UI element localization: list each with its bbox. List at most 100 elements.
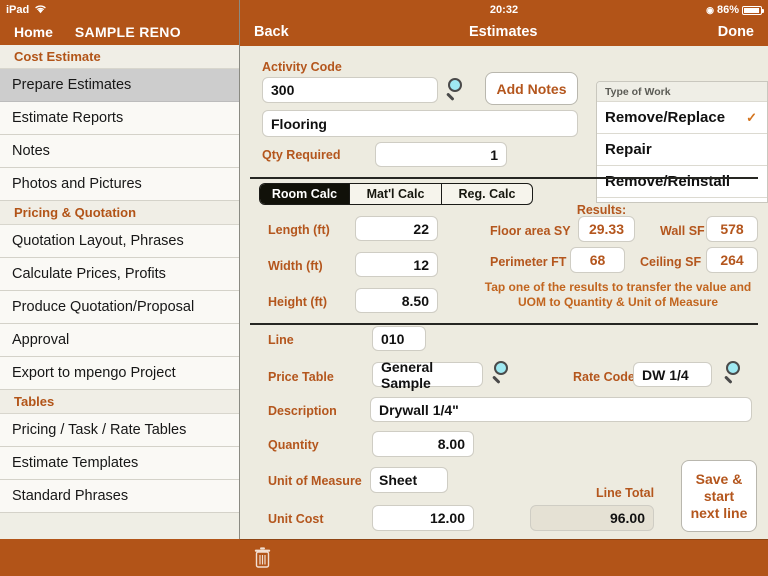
uom-label: Unit of Measure <box>268 474 362 488</box>
type-of-work-option-label: Remove/Reinstall <box>605 173 731 190</box>
width-input[interactable]: 12 <box>355 252 438 277</box>
qty-required-input[interactable]: 1 <box>375 142 507 167</box>
line-label: Line <box>268 333 294 347</box>
app-root: iPad Home SAMPLE RENO Cost Estimate Prepa… <box>0 0 768 576</box>
project-title: SAMPLE RENO <box>74 23 181 40</box>
detail-navbar: Back Estimates Done <box>240 20 768 46</box>
length-input[interactable]: 22 <box>355 216 438 241</box>
sidebar-item[interactable]: Photos and Pictures <box>0 168 239 201</box>
quantity-label: Quantity <box>268 438 319 452</box>
type-of-work-option-label: Repair <box>605 141 652 158</box>
height-label: Height (ft) <box>268 295 328 309</box>
type-of-work-option[interactable]: Remove/Reinstall <box>597 166 767 198</box>
line-total-value: 96.00 <box>530 505 654 531</box>
results-hint-line2: UOM to Quantity & Unit of Measure <box>517 295 718 309</box>
perimeter-value[interactable]: 68 <box>570 247 625 273</box>
add-notes-button[interactable]: Add Notes <box>485 72 578 105</box>
sidebar-item[interactable]: Export to mpengo Project <box>0 357 239 390</box>
ceiling-sf-value[interactable]: 264 <box>706 247 758 273</box>
description-label: Description <box>268 404 337 418</box>
activity-name-input[interactable]: Flooring <box>262 110 578 137</box>
save-and-next-line-button[interactable]: Save & start next line <box>681 460 757 532</box>
wall-sf-label: Wall SF <box>660 224 705 238</box>
description-input[interactable]: Drywall 1/4" <box>370 397 752 422</box>
rate-code-label: Rate Code <box>573 370 635 384</box>
unit-cost-input[interactable]: 12.00 <box>372 505 474 531</box>
sidebar-item[interactable]: Prepare Estimates <box>0 69 239 102</box>
trash-icon[interactable] <box>254 547 271 569</box>
line-input[interactable]: 010 <box>372 326 426 351</box>
checkmark-icon: ✓ <box>746 109 757 125</box>
price-table-label: Price Table <box>268 370 334 384</box>
uom-input[interactable]: Sheet <box>370 467 448 493</box>
wall-sf-value[interactable]: 578 <box>706 216 758 242</box>
sidebar-item[interactable]: Produce Quotation/Proposal <box>0 291 239 324</box>
status-bar-left: iPad <box>0 0 239 20</box>
calc-tabs[interactable]: Room Calc Mat'l Calc Reg. Calc <box>259 183 533 205</box>
sidebar-section-header: Pricing & Quotation <box>0 201 239 225</box>
activity-code-input[interactable]: 300 <box>262 77 438 103</box>
type-of-work-option[interactable]: Remove/Replace ✓ <box>597 102 767 134</box>
sidebar-navbar: Home SAMPLE RENO <box>0 20 239 45</box>
width-label: Width (ft) <box>268 259 323 273</box>
sidebar-bottom-bar <box>0 539 240 576</box>
search-icon[interactable] <box>445 77 472 103</box>
clock: 20:32 <box>489 4 519 16</box>
sidebar-menu: Cost Estimate Prepare Estimates Estimate R… <box>0 45 239 513</box>
floor-area-value[interactable]: 29.33 <box>578 216 635 242</box>
tab-matl-calc[interactable]: Mat'l Calc <box>350 184 442 204</box>
length-label: Length (ft) <box>268 223 330 237</box>
quantity-input[interactable]: 8.00 <box>372 431 474 457</box>
device-label: iPad <box>6 4 30 16</box>
activity-code-label: Activity Code <box>262 60 342 74</box>
done-button[interactable]: Done <box>718 24 754 40</box>
price-table-input[interactable]: General Sample <box>372 359 483 391</box>
sidebar-item[interactable]: Estimate Templates <box>0 447 239 480</box>
home-button[interactable]: Home <box>14 24 53 40</box>
results-title: Results: <box>576 203 627 217</box>
rate-code-search-icon[interactable] <box>723 360 750 386</box>
sidebar-item[interactable]: Standard Phrases <box>0 480 239 513</box>
detail-pane: 20:32 ◉ 86% Back Estimates Done Activity… <box>240 0 768 576</box>
unit-cost-label: Unit Cost <box>268 512 324 526</box>
sidebar-section-header: Tables <box>0 390 239 414</box>
type-of-work-header: Type of Work <box>597 82 767 102</box>
type-of-work-option-label: Remove/Replace <box>605 109 726 126</box>
status-bar-right: 20:32 ◉ 86% <box>240 0 768 20</box>
page-title: Estimates <box>468 23 538 40</box>
sidebar-item[interactable]: Pricing / Task / Rate Tables <box>0 414 239 447</box>
divider-middle <box>250 323 758 325</box>
qty-required-label: Qty Required <box>262 148 341 162</box>
sidebar: iPad Home SAMPLE RENO Cost Estimate Prepa… <box>0 0 240 576</box>
back-button[interactable]: Back <box>254 24 289 40</box>
sidebar-item[interactable]: Calculate Prices, Profits <box>0 258 239 291</box>
battery-indicator: ◉ 86% <box>706 4 764 16</box>
type-of-work-option[interactable]: Repair <box>597 134 767 166</box>
sidebar-item[interactable]: Estimate Reports <box>0 102 239 135</box>
height-input[interactable]: 8.50 <box>355 288 438 313</box>
sidebar-item[interactable]: Notes <box>0 135 239 168</box>
wifi-icon <box>34 4 47 17</box>
type-of-work-panel: Type of Work Remove/Replace ✓ Repair Remove… <box>596 81 768 203</box>
divider-top <box>250 177 758 179</box>
form-content: Activity Code 300 Add Notes Flooring Qty… <box>240 46 768 576</box>
line-total-label: Line Total <box>596 486 655 500</box>
sidebar-filler <box>0 513 239 539</box>
sidebar-item[interactable]: Approval <box>0 324 239 357</box>
tab-reg-calc[interactable]: Reg. Calc <box>442 184 532 204</box>
wifi-icon-svg <box>35 5 47 13</box>
floor-area-label: Floor area SY <box>490 224 571 238</box>
bottom-toolbar <box>240 539 768 576</box>
price-table-search-icon[interactable] <box>491 360 518 386</box>
sidebar-section-header: Cost Estimate <box>0 45 239 69</box>
battery-icon <box>742 5 764 15</box>
perimeter-label: Perimeter FT <box>490 255 567 269</box>
type-of-work-list: Remove/Replace ✓ Repair Remove/Reinstall <box>597 102 767 198</box>
charging-icon: ◉ <box>706 4 714 15</box>
tab-room-calc[interactable]: Room Calc <box>260 184 350 204</box>
trash-icon-svg <box>254 547 271 568</box>
sidebar-item[interactable]: Quotation Layout, Phrases <box>0 225 239 258</box>
rate-code-input[interactable]: DW 1/4 <box>633 362 712 387</box>
ceiling-sf-label: Ceiling SF <box>640 255 702 269</box>
battery-percent: 86% <box>716 4 739 16</box>
